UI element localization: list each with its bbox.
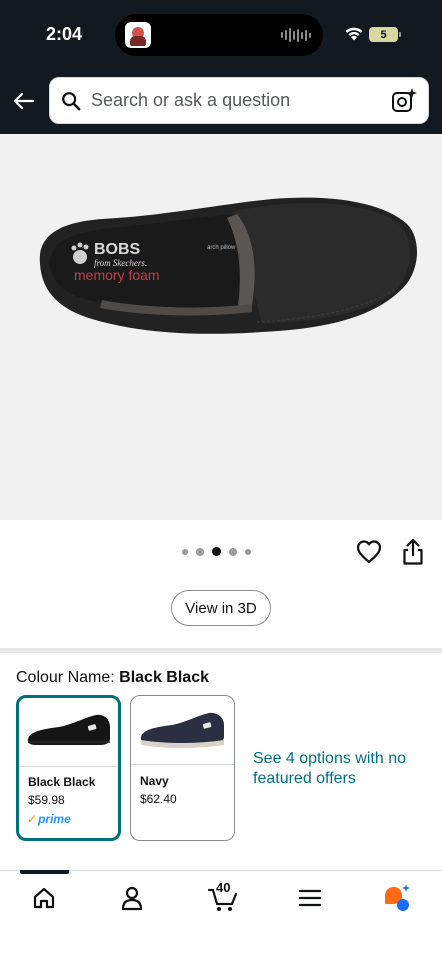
search-input[interactable] — [91, 78, 381, 123]
prime-check-icon: ✓ — [27, 812, 38, 826]
nav-home[interactable] — [24, 883, 64, 913]
active-tab-indicator — [20, 870, 69, 874]
dynamic-island[interactable] — [115, 14, 323, 56]
product-image: BOBS from Skechers. memory foam arch pil… — [39, 197, 418, 334]
section-divider — [0, 648, 442, 653]
product-image-carousel[interactable]: BOBS from Skechers. memory foam arch pil… — [0, 134, 442, 520]
svg-text:arch pillow: arch pillow — [207, 245, 236, 251]
colour-swatch-navy[interactable]: Navy $62.40 — [130, 695, 235, 841]
wifi-icon — [345, 27, 363, 41]
nav-account[interactable] — [112, 883, 152, 913]
colour-swatch-black[interactable]: Black Black $59.98 ✓prime — [16, 695, 121, 841]
now-playing-app-icon — [125, 22, 151, 48]
search-bar[interactable] — [49, 77, 429, 124]
carousel-dot[interactable] — [182, 548, 188, 555]
back-arrow-icon[interactable] — [12, 89, 36, 113]
view-in-3d-button[interactable]: View in 3D — [171, 590, 271, 626]
svg-text:BOBS: BOBS — [94, 241, 141, 258]
swatch-price: $62.40 — [140, 792, 177, 806]
see-options-link[interactable]: See 4 options with no featured offers — [253, 749, 423, 789]
swatch-image — [19, 698, 118, 764]
carousel-dot-active[interactable] — [212, 547, 221, 556]
status-time: 2:04 — [46, 24, 83, 44]
menu-icon — [299, 889, 321, 907]
colour-name-label: Colour Name: Black Black — [16, 669, 209, 687]
colour-label: Colour Name: — [16, 669, 115, 686]
battery-indicator: 5 — [369, 27, 401, 42]
nav-rufus[interactable] — [377, 883, 417, 913]
rufus-assistant-icon — [385, 884, 410, 911]
carousel-dot[interactable] — [229, 547, 237, 556]
swatch-image — [131, 696, 234, 764]
home-icon — [33, 887, 55, 909]
colour-value: Black Black — [119, 669, 209, 686]
shoe-thumbnail — [27, 714, 110, 745]
swatch-name: Black Black — [28, 775, 96, 789]
app-header: 2:04 5 — [0, 0, 442, 134]
carousel-dot[interactable] — [245, 548, 251, 555]
search-icon[interactable] — [60, 90, 82, 112]
prime-badge: ✓prime — [27, 812, 71, 826]
swatch-price: $59.98 — [28, 793, 65, 807]
camera-sparkle-icon[interactable] — [390, 87, 418, 115]
person-icon — [121, 886, 143, 911]
cart-count-badge: 40 — [216, 880, 231, 895]
heart-icon[interactable] — [356, 539, 382, 565]
share-icon[interactable] — [401, 538, 425, 566]
swatch-name: Navy — [140, 774, 169, 788]
carousel-dot[interactable] — [196, 547, 204, 556]
nav-menu[interactable] — [290, 883, 330, 913]
carousel-indicator[interactable] — [182, 547, 251, 556]
svg-text:memory foam: memory foam — [74, 267, 160, 283]
audio-waveform-icon — [281, 27, 311, 43]
shoe-thumbnail — [140, 712, 224, 748]
